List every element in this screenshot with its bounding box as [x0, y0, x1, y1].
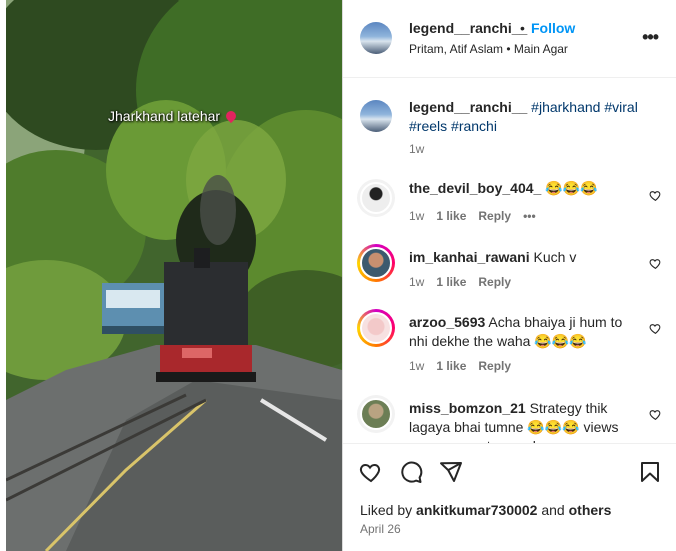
comment-like-heart-icon[interactable] — [649, 189, 662, 202]
comment-username[interactable]: miss_bomzon_21 — [409, 400, 526, 416]
comment-username[interactable]: the_devil_boy_404_ — [409, 180, 541, 196]
likes-summary: Liked by ankitkumar730002 and others — [360, 502, 611, 518]
hashtag-link[interactable]: #jharkhand — [531, 99, 600, 115]
caption-text: legend__ranchi__ #jharkhand #viral #reel… — [409, 98, 649, 136]
commenter-avatar[interactable] — [357, 244, 395, 282]
author-avatar[interactable] — [360, 22, 392, 54]
post-actions: Liked by ankitkumar730002 and others Apr… — [343, 443, 676, 551]
audio-track[interactable]: Pritam, Atif Aslam • Main Agar — [409, 42, 568, 56]
post-header: legend__ranchi__ • Follow Pritam, Atif A… — [343, 0, 676, 78]
comments-list[interactable]: legend__ranchi__ #jharkhand #viral #reel… — [343, 78, 676, 443]
comment-icon[interactable] — [399, 460, 423, 484]
video-scene — [6, 0, 342, 551]
location-pin-icon — [224, 108, 239, 124]
reply-button[interactable]: Reply — [478, 209, 511, 223]
reel-video[interactable]: Jharkhand latehar — [6, 0, 342, 551]
liked-by-user[interactable]: ankitkumar730002 — [416, 502, 537, 518]
commenter-avatar[interactable] — [357, 179, 395, 217]
reply-button[interactable]: Reply — [478, 275, 511, 289]
comment-likes[interactable]: 1 like — [436, 275, 466, 289]
post-sidebar: legend__ranchi__ • Follow Pritam, Atif A… — [342, 0, 676, 551]
liked-by-others[interactable]: others — [569, 502, 612, 518]
post-date[interactable]: April 26 — [360, 522, 401, 536]
likes-conjunction: and — [541, 502, 565, 518]
comment-more-icon[interactable]: ••• — [523, 209, 536, 223]
comment-like-heart-icon[interactable] — [649, 408, 662, 421]
comment-likes[interactable]: 1 like — [436, 359, 466, 373]
comment-like-heart-icon[interactable] — [649, 257, 662, 270]
comment-body: 😂😂😂 — [545, 180, 598, 196]
likes-prefix: Liked by — [360, 502, 413, 518]
heart-icon[interactable] — [359, 460, 383, 484]
comment-text: miss_bomzon_21 Strategy thik lagaya bhai… — [409, 399, 631, 443]
post-media[interactable]: Jharkhand latehar — [0, 0, 342, 551]
hashtag-link[interactable]: #viral — [604, 99, 637, 115]
bookmark-icon[interactable] — [638, 460, 662, 484]
comment-meta: 1w 1 like Reply — [409, 275, 511, 289]
comment-likes[interactable]: 1 like — [436, 209, 466, 223]
hashtag-link[interactable]: #reels — [409, 118, 447, 134]
hashtag-link[interactable]: #ranchi — [451, 118, 497, 134]
comment-text: the_devil_boy_404_ 😂😂😂 — [409, 179, 631, 198]
comment-username[interactable]: arzoo_5693 — [409, 314, 485, 330]
comment-text: im_kanhai_rawani Kuch v — [409, 248, 631, 267]
comment-text: arzoo_5693 Acha bhaiya ji hum to nhi dek… — [409, 313, 631, 351]
caption-timestamp[interactable]: 1w — [409, 142, 424, 156]
reply-button[interactable]: Reply — [478, 359, 511, 373]
comment-meta: 1w 1 like Reply — [409, 359, 511, 373]
comment-time[interactable]: 1w — [409, 359, 424, 373]
comment-username[interactable]: im_kanhai_rawani — [409, 249, 530, 265]
share-icon[interactable] — [439, 460, 463, 484]
commenter-avatar[interactable] — [357, 395, 395, 433]
video-overlay-text: Jharkhand latehar — [108, 108, 239, 124]
follow-button[interactable]: Follow — [531, 20, 575, 36]
more-options-icon[interactable]: ••• — [642, 28, 659, 46]
comment-time[interactable]: 1w — [409, 275, 424, 289]
caption-author-avatar[interactable] — [360, 100, 392, 132]
comment-body: Kuch v — [533, 249, 577, 265]
comment-like-heart-icon[interactable] — [649, 322, 662, 335]
comment-meta: 1w 1 like Reply ••• — [409, 209, 536, 223]
separator-dot: • — [520, 20, 525, 36]
commenter-avatar[interactable] — [357, 309, 395, 347]
caption-username[interactable]: legend__ranchi__ — [409, 99, 527, 115]
comment-time[interactable]: 1w — [409, 209, 424, 223]
author-username[interactable]: legend__ranchi__ — [409, 20, 527, 36]
overlay-location-text: Jharkhand latehar — [108, 108, 221, 124]
